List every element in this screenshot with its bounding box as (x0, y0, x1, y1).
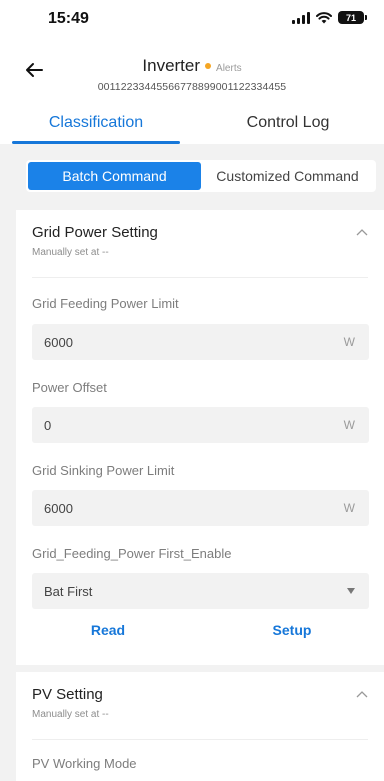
wifi-icon (316, 11, 332, 23)
status-icons: 71 (292, 11, 367, 24)
caret-down-icon (347, 588, 355, 594)
feeding-first-select[interactable]: Bat First (32, 573, 369, 609)
status-time: 15:49 (48, 10, 89, 27)
setup-button[interactable]: Setup (200, 622, 384, 646)
chevron-up-icon[interactable] (356, 690, 368, 698)
input-value: 0 (44, 417, 52, 433)
battery-level: 71 (345, 12, 356, 23)
input-value: 6000 (44, 334, 73, 350)
tab-control-log[interactable]: Control Log (192, 104, 384, 144)
card-subtitle: Manually set at -- (32, 709, 109, 720)
input-value: 6000 (44, 500, 73, 516)
field-label: Grid Feeding Power Limit (32, 296, 179, 311)
batch-command-option[interactable]: Batch Command (28, 162, 201, 190)
chevron-up-icon[interactable] (356, 228, 368, 236)
page-title: Inverter (142, 56, 201, 75)
alerts-link[interactable]: Alerts (216, 63, 242, 74)
field-label: Grid Sinking Power Limit (32, 463, 175, 478)
device-serial: 00112233445566778899001122334455 (97, 81, 287, 93)
title-row: Inverter Alerts (0, 56, 384, 76)
page-header: Inverter Alerts 001122334455667788990011… (0, 38, 384, 104)
command-type-segment: Batch Command Customized Command (26, 160, 376, 192)
grid-feeding-power-limit-input[interactable]: 6000 W (32, 324, 369, 360)
card-subtitle: Manually set at -- (32, 247, 109, 258)
card-actions: Read Setup (16, 622, 384, 646)
alert-dot-icon (205, 63, 212, 69)
grid-power-setting-card: Grid Power Setting Manually set at -- Gr… (16, 210, 384, 665)
card-title: Grid Power Setting (32, 224, 158, 241)
power-offset-input[interactable]: 0 W (32, 407, 369, 443)
grid-sinking-power-limit-input[interactable]: 6000 W (32, 490, 369, 526)
divider (32, 277, 368, 278)
unit-label: W (343, 418, 355, 432)
field-label: PV Working Mode (32, 756, 137, 771)
customized-command-option[interactable]: Customized Command (201, 162, 374, 190)
divider (32, 739, 368, 740)
unit-label: W (343, 501, 355, 515)
tab-classification[interactable]: Classification (0, 104, 192, 144)
card-header: Grid Power Setting Manually set at -- (32, 224, 368, 280)
cellular-signal-icon (292, 11, 310, 24)
field-label: Grid_Feeding_Power First_Enable (32, 546, 232, 561)
field-label: Power Offset (32, 380, 107, 395)
card-title: PV Setting (32, 686, 103, 703)
pv-setting-card: PV Setting Manually set at -- PV Working… (16, 672, 384, 781)
read-button[interactable]: Read (16, 622, 200, 646)
card-header: PV Setting Manually set at -- (32, 686, 368, 742)
select-value: Bat First (44, 583, 93, 599)
unit-label: W (343, 335, 355, 349)
battery-icon: 71 (338, 11, 367, 24)
tab-bar: Classification Control Log (0, 104, 384, 144)
status-bar: 15:49 71 (0, 0, 384, 38)
